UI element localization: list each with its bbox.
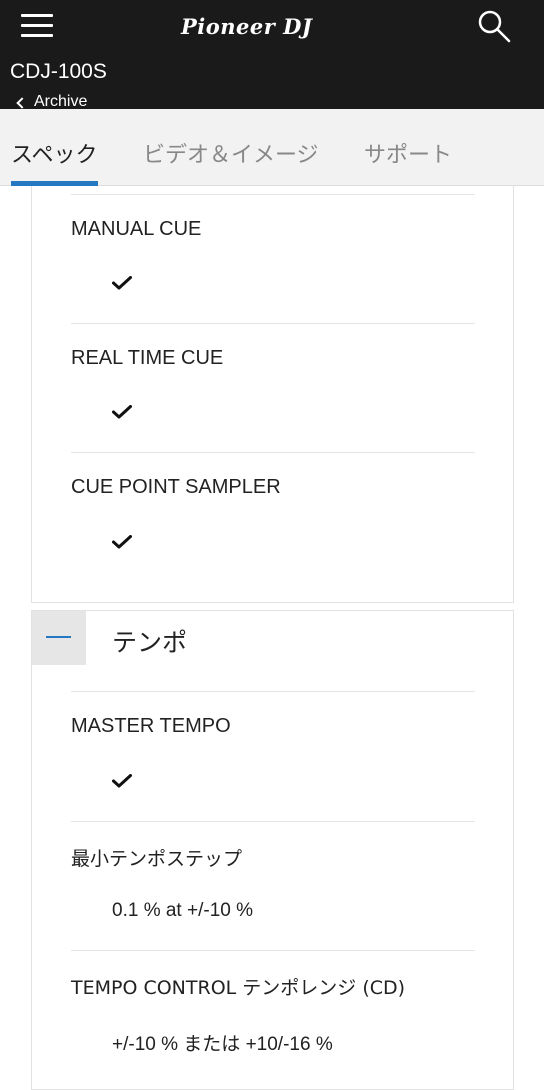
spec-label: MANUAL CUE (71, 218, 202, 240)
menu-icon-bar (21, 24, 53, 27)
tab-support[interactable]: サポート (364, 137, 452, 169)
spec-value: 0.1 % at +/-10 % (112, 900, 253, 921)
collapse-button[interactable] (32, 611, 86, 665)
tab-specs[interactable]: スペック (11, 137, 97, 169)
tab-video-images[interactable]: ビデオ＆イメージ (143, 137, 319, 169)
checkmark-icon (112, 774, 132, 788)
spec-label: TEMPO CONTROL テンポレンジ (CD) (71, 977, 406, 999)
checkmark-icon (112, 405, 132, 419)
section-title: テンポ (112, 628, 188, 657)
menu-icon-bar (21, 34, 53, 37)
page-title: CDJ-100S (10, 60, 107, 83)
checkmark-icon (112, 276, 132, 290)
spec-value: +/-10 % または +10/-16 % (112, 1034, 333, 1055)
divider (71, 194, 475, 195)
brand-logo[interactable]: Pioneer DJ (181, 10, 363, 44)
menu-icon[interactable] (21, 14, 53, 38)
checkmark-icon (112, 535, 132, 549)
app-header: Pioneer DJ CDJ-100S Archive (0, 0, 544, 110)
tab-bar: スペック ビデオ＆イメージ サポート (0, 109, 544, 186)
chevron-left-icon (16, 96, 28, 109)
spec-label: CUE POINT SAMPLER (71, 476, 281, 498)
spec-card-tempo: テンポ MASTER TEMPO 最小テンポステップ 0.1 % at +/-1… (31, 610, 514, 1090)
divider (71, 821, 475, 822)
spec-label: MASTER TEMPO (71, 715, 231, 737)
spec-label: 最小テンポステップ (71, 848, 243, 870)
spec-card-cue: MANUAL CUE REAL TIME CUE CUE POINT SAMPL… (31, 186, 514, 603)
minus-icon (46, 636, 71, 638)
divider (71, 452, 475, 453)
divider (71, 323, 475, 324)
divider (71, 950, 475, 951)
menu-icon-bar (21, 14, 53, 17)
divider (71, 691, 475, 692)
spec-label: REAL TIME CUE (71, 347, 224, 369)
search-icon[interactable] (476, 8, 512, 44)
